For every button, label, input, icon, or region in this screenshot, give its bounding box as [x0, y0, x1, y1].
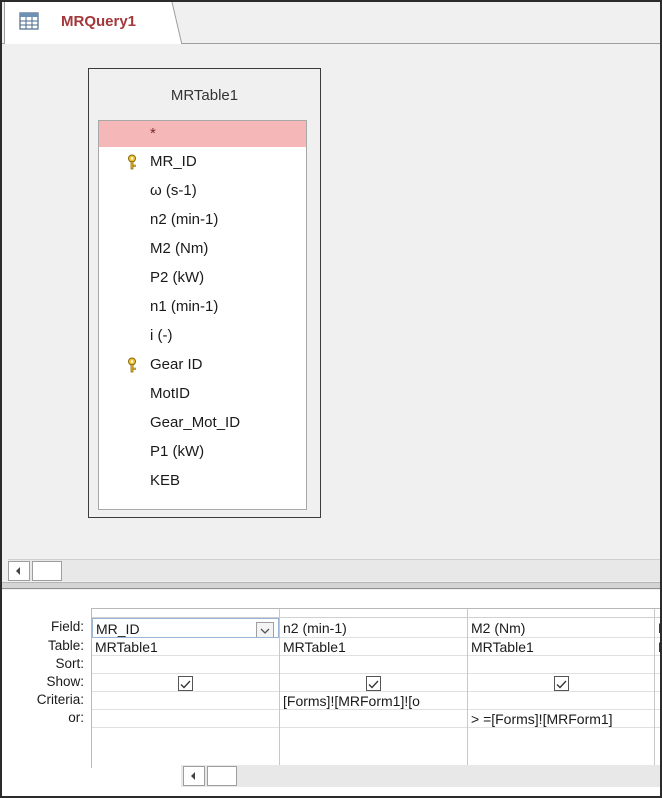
row-label-table: Table: — [47, 638, 84, 653]
query-designer-window: MRQuery1 MRTable1 * MR_ID ω (s-1) n2 (mi… — [0, 0, 662, 798]
field-item-motid[interactable]: MotID — [99, 379, 306, 408]
field-item-gear-mot-id[interactable]: Gear_Mot_ID — [99, 408, 306, 437]
caret-left-icon — [16, 567, 20, 575]
field-label: Gear_Mot_ID — [150, 414, 241, 431]
table-pane: MRTable1 * MR_ID ω (s-1) n2 (min-1) M2 (… — [2, 44, 660, 581]
criteria-cell[interactable] — [468, 692, 654, 710]
chevron-down-icon — [260, 628, 270, 634]
show-checkbox[interactable] — [366, 675, 381, 691]
checkmark-icon — [556, 680, 566, 689]
design-grid-area: Field: Table: Sort: Show: Criteria: or: … — [2, 590, 660, 796]
field-cell[interactable]: P — [655, 618, 660, 638]
row-label-or: or: — [68, 710, 84, 725]
sort-cell[interactable] — [280, 656, 467, 674]
or-cell[interactable]: > =[Forms]![MRForm1] — [468, 710, 654, 728]
field-item-keb[interactable]: KEB — [99, 466, 306, 495]
scroll-left-button[interactable] — [8, 561, 30, 581]
field-list: * MR_ID ω (s-1) n2 (min-1) M2 (Nm) P2 (k… — [98, 120, 307, 510]
field-label: Gear ID — [150, 356, 203, 373]
query-icon — [19, 12, 39, 30]
criteria-cell[interactable]: [Forms]![MRForm1]![o — [280, 692, 467, 710]
field-cell[interactable]: MR_ID — [92, 618, 279, 638]
field-item-n1[interactable]: n1 (min-1) — [99, 292, 306, 321]
scroll-thumb[interactable] — [32, 561, 62, 581]
field-label: MotID — [150, 385, 191, 402]
caret-left-icon — [191, 772, 195, 780]
field-item-n2[interactable]: n2 (min-1) — [99, 205, 306, 234]
upper-horizontal-scrollbar[interactable] — [8, 559, 660, 581]
or-cell[interactable] — [92, 710, 279, 728]
grid-row-labels: Field: Table: Sort: Show: Criteria: or: — [2, 617, 88, 727]
table-title: MRTable1 — [170, 87, 239, 104]
sort-cell[interactable] — [468, 656, 654, 674]
show-checkbox[interactable] — [178, 675, 193, 691]
column-selector[interactable] — [655, 609, 660, 618]
field-label: * — [150, 125, 156, 142]
grid-column: P M — [655, 609, 660, 769]
checkmark-icon — [368, 680, 379, 689]
row-label-show: Show: — [46, 674, 84, 689]
table-cell[interactable]: MRTable1 — [280, 638, 467, 656]
field-item-gear-id[interactable]: Gear ID — [99, 350, 306, 379]
field-label: M2 (Nm) — [150, 240, 209, 257]
field-label: ω (s-1) — [150, 182, 197, 199]
field-item-p2[interactable]: P2 (kW) — [99, 263, 306, 292]
or-cell[interactable] — [655, 710, 660, 728]
column-selector[interactable] — [468, 609, 654, 618]
field-label: MR_ID — [150, 153, 197, 170]
field-label: KEB — [150, 472, 181, 489]
checkmark-icon — [180, 680, 191, 689]
field-cell[interactable]: M2 (Nm) — [468, 618, 654, 638]
field-dropdown-button[interactable] — [256, 622, 274, 637]
field-item-m2[interactable]: M2 (Nm) — [99, 234, 306, 263]
field-item-omega[interactable]: ω (s-1) — [99, 176, 306, 205]
tab-label: MRQuery1 — [61, 13, 137, 30]
grid-column: n2 (min-1) MRTable1 [Forms]![MRForm1]![o — [280, 609, 468, 769]
field-label: n2 (min-1) — [150, 211, 219, 228]
criteria-cell[interactable] — [92, 692, 279, 710]
grid-column: M2 (Nm) MRTable1 > =[Forms]![MRForm1] — [468, 609, 655, 769]
primary-key-icon — [128, 154, 136, 170]
row-label-field: Field: — [50, 619, 84, 634]
field-value: MR_ID — [96, 621, 140, 637]
primary-key-icon — [128, 357, 136, 373]
pane-splitter[interactable] — [2, 582, 660, 589]
table-cell[interactable]: MRTable1 — [92, 638, 279, 656]
field-item-mr-id[interactable]: MR_ID — [99, 147, 306, 176]
show-cell[interactable] — [92, 674, 279, 692]
field-label: P2 (kW) — [150, 269, 205, 286]
criteria-cell[interactable] — [655, 692, 660, 710]
show-cell[interactable] — [468, 674, 654, 692]
column-selector[interactable] — [280, 609, 467, 618]
tab-mrquery1[interactable]: MRQuery1 — [4, 2, 172, 45]
document-tab-strip: MRQuery1 — [2, 2, 660, 45]
design-grid: MR_ID MRTable1 n2 (min-1) MRTable1 [Form… — [91, 608, 660, 787]
table-cell[interactable]: M — [655, 638, 660, 656]
row-label-criteria: Criteria: — [36, 692, 84, 707]
column-selector[interactable] — [92, 609, 279, 618]
sort-cell[interactable] — [92, 656, 279, 674]
field-label: i (-) — [150, 327, 173, 344]
grid-column: MR_ID MRTable1 — [92, 609, 280, 769]
sort-cell[interactable] — [655, 656, 660, 674]
field-cell[interactable]: n2 (min-1) — [280, 618, 467, 638]
scroll-left-button[interactable] — [183, 766, 205, 786]
field-item-all[interactable]: * — [99, 121, 306, 147]
field-item-p1[interactable]: P1 (kW) — [99, 437, 306, 466]
field-label: n1 (min-1) — [150, 298, 219, 315]
show-cell[interactable] — [280, 674, 467, 692]
or-cell[interactable] — [280, 710, 467, 728]
field-label: P1 (kW) — [150, 443, 205, 460]
tab-edge — [152, 2, 182, 45]
scroll-thumb[interactable] — [207, 766, 237, 786]
grid-horizontal-scrollbar[interactable] — [181, 765, 660, 787]
show-cell[interactable] — [655, 674, 660, 692]
field-item-i[interactable]: i (-) — [99, 321, 306, 350]
table-cell[interactable]: MRTable1 — [468, 638, 654, 656]
show-checkbox[interactable] — [553, 675, 569, 691]
table-field-list-mrtable1[interactable]: MRTable1 * MR_ID ω (s-1) n2 (min-1) M2 (… — [88, 68, 321, 518]
row-label-sort: Sort: — [55, 656, 84, 671]
